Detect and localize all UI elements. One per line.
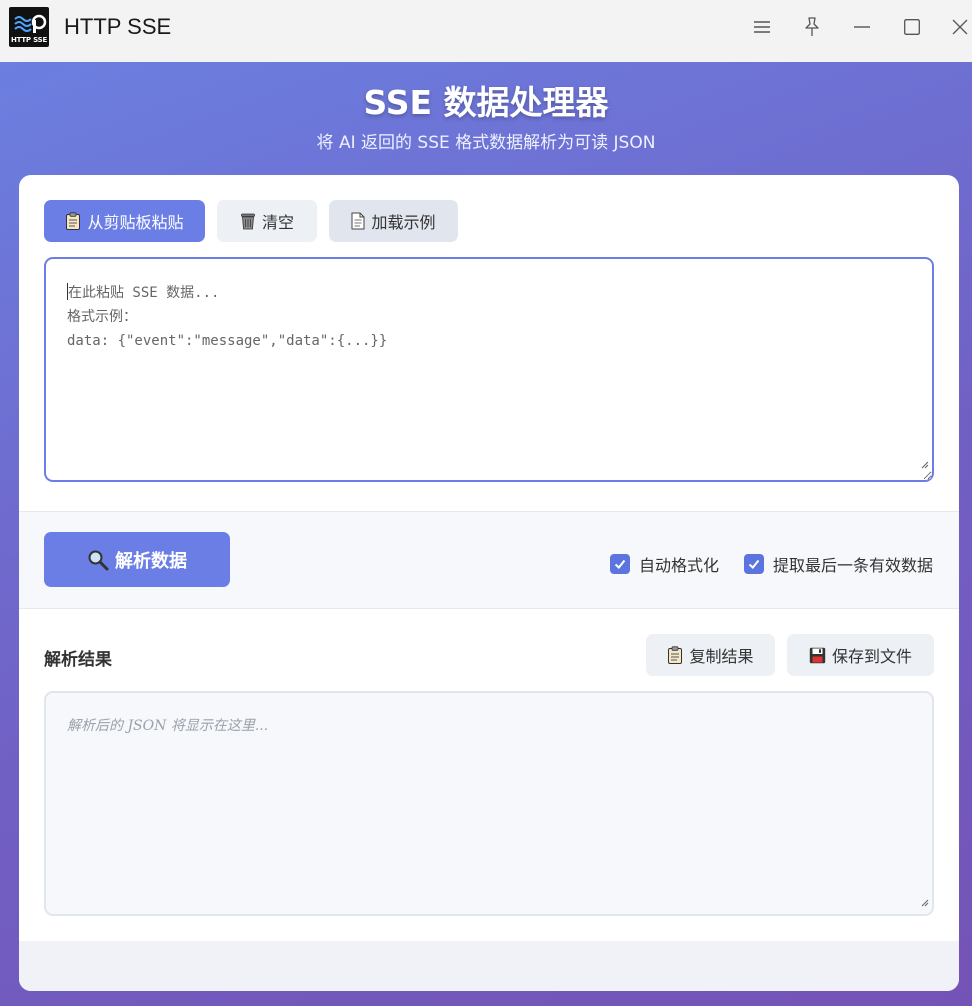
auto-format-checkbox[interactable]: 自动格式化 [610,552,719,576]
clipboard-icon [667,646,683,664]
menu-icon [754,21,770,33]
main-card: 从剪贴板粘贴 清空 加载示例 在此粘贴 SSE 数据... 格式示例： data… [19,175,959,991]
clear-button-label: 清空 [261,213,294,232]
resize-grip-icon[interactable] [919,895,929,911]
check-icon [610,554,630,574]
minimize-icon [854,26,870,28]
trash-icon [240,212,256,230]
close-button[interactable] [945,12,972,42]
pin-icon [805,17,819,36]
result-placeholder: 解析后的 JSON 将显示在这里... [67,718,269,734]
parse-button-label: 解析数据 [115,550,187,572]
document-icon [351,212,365,230]
app-logo: HTTP SSE [9,7,49,47]
resize-grip-icon[interactable] [919,453,929,477]
clipboard-icon [65,212,81,230]
check-icon [744,554,764,574]
divider [19,608,959,609]
parse-button[interactable]: 解析数据 [44,532,230,587]
page-subtitle: 将 AI 返回的 SSE 格式数据解析为可读 JSON [316,133,656,153]
paste-button-label: 从剪贴板粘贴 [87,213,184,232]
page-title: SSE 数据处理器 [363,83,609,122]
search-icon [87,549,109,571]
card-footer [19,941,959,991]
app-background: SSE 数据处理器 将 AI 返回的 SSE 格式数据解析为可读 JSON 从剪… [0,62,972,1006]
maximize-icon [904,19,920,35]
input-placeholder-line-2: 格式示例： [67,309,137,325]
extract-last-label: 提取最后一条有效数据 [773,556,934,575]
input-placeholder-line-3: data: {"event":"message","data":{...}} [67,333,388,349]
load-example-label: 加载示例 [371,213,436,232]
maximize-button[interactable] [897,12,927,42]
action-bar: 解析数据 自动格式化 提取最后一条有效数据 [19,512,959,608]
minimize-button[interactable] [847,12,877,42]
floppy-disk-icon [809,647,826,664]
app-title: HTTP SSE [64,14,172,39]
paste-from-clipboard-button[interactable]: 从剪贴板粘贴 [44,200,205,242]
close-icon [952,19,968,35]
logo-text: HTTP SSE [10,36,48,44]
menu-button[interactable] [747,12,777,42]
clear-button[interactable]: 清空 [217,200,317,242]
save-to-file-label: 保存到文件 [831,647,912,666]
input-placeholder-line-1: 在此粘贴 SSE 数据... [68,285,220,301]
copy-result-button[interactable]: 复制结果 [646,634,775,676]
extract-last-checkbox[interactable]: 提取最后一条有效数据 [744,552,933,576]
title-bar: HTTP SSE HTTP SSE [0,0,972,62]
result-section-title: 解析结果 [44,650,112,670]
pin-button[interactable] [797,12,827,42]
save-to-file-button[interactable]: 保存到文件 [787,634,934,676]
result-output-textarea[interactable]: 解析后的 JSON 将显示在这里... [44,691,934,916]
sse-input-textarea[interactable]: 在此粘贴 SSE 数据... 格式示例： data: {"event":"mes… [44,257,934,482]
load-example-button[interactable]: 加载示例 [329,200,458,242]
copy-result-label: 复制结果 [689,647,754,666]
auto-format-label: 自动格式化 [639,556,720,575]
